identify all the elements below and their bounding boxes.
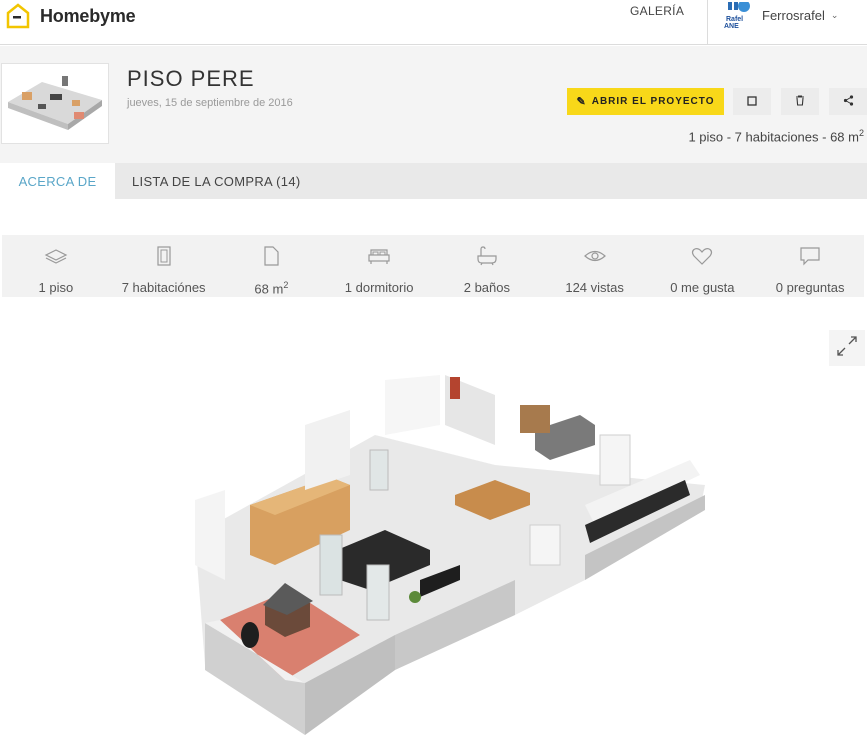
stat-floors: 1 piso [2, 235, 110, 297]
stat-questions: 0 preguntas [756, 235, 864, 297]
stat-label: 124 vistas [565, 280, 624, 295]
copy-icon [747, 94, 757, 109]
floor-plan-render[interactable] [185, 365, 710, 735]
stat-label: 0 me gusta [670, 280, 735, 295]
stat-label: 0 preguntas [775, 280, 845, 295]
expand-arrows-icon [836, 335, 858, 362]
stat-area-sup: 2 [283, 280, 289, 290]
house-logo-icon [4, 3, 32, 29]
tab-acerca-de[interactable]: ACERCA DE [0, 163, 115, 199]
project-summary-sup: 2 [858, 128, 864, 138]
stat-label: 68 m2 [254, 280, 288, 296]
duplicate-button[interactable] [733, 88, 771, 115]
brand-logo[interactable]: Homebyme [4, 0, 136, 32]
project-date: jueves, 15 de septiembre de 2016 [127, 97, 293, 109]
share-icon [843, 94, 854, 109]
delete-button[interactable] [781, 88, 819, 115]
user-name: Ferrosrafel [762, 7, 825, 23]
trash-icon [795, 94, 805, 109]
open-project-button[interactable]: ✎ ABRIR EL PROYECTO [567, 88, 724, 115]
stat-label: 2 baños [463, 280, 510, 295]
nav-divider [707, 0, 708, 45]
eye-icon [583, 245, 607, 272]
project-summary-text: 1 piso - 7 habitaciones - 68 m [688, 129, 859, 145]
tab-bar: ACERCA DE LISTA DE LA COMPRA (14) [0, 163, 867, 199]
avatar: Rafel ANE [724, 0, 750, 30]
stat-views: 124 vistas [541, 235, 649, 297]
project-thumbnail[interactable] [1, 63, 109, 144]
brand-name: Homebyme [40, 5, 136, 26]
stat-likes: 0 me gusta [649, 235, 757, 297]
svg-text:ANE: ANE [724, 23, 739, 30]
stat-area: 68 m2 [218, 235, 326, 297]
pencil-icon: ✎ [576, 96, 587, 108]
nav-galeria-link[interactable]: GALERÍA [630, 4, 684, 18]
tab-lista-compra[interactable]: LISTA DE LA COMPRA (14) [132, 163, 301, 199]
project-header: PISO PERE jueves, 15 de septiembre de 20… [0, 46, 867, 163]
stat-bathrooms: 2 baños [433, 235, 541, 297]
user-menu[interactable]: Rafel ANE Ferrosrafel ⌄ [724, 0, 838, 30]
heart-icon [690, 245, 714, 272]
svg-text:Rafel: Rafel [726, 16, 743, 23]
open-project-label: ABRIR EL PROYECTO [591, 96, 715, 107]
page-title: PISO PERE [127, 66, 255, 91]
bathtub-icon [475, 245, 499, 272]
comment-icon [798, 245, 822, 272]
stat-bedrooms: 1 dormitorio [325, 235, 433, 297]
bed-icon [367, 245, 391, 272]
stat-rooms: 7 habitaciónes [110, 235, 218, 297]
stat-area-value: 68 m [254, 281, 284, 297]
door-icon [152, 245, 176, 272]
stat-label: 7 habitaciónes [121, 280, 206, 295]
area-page-icon [259, 245, 283, 272]
stat-label: 1 dormitorio [344, 280, 414, 295]
project-summary: 1 piso - 7 habitaciones - 68 m2 [688, 128, 864, 144]
stats-row: 1 piso 7 habitaciónes 68 m2 1 dormitorio… [2, 235, 864, 297]
stat-label: 1 piso [38, 280, 74, 295]
chevron-down-icon: ⌄ [830, 9, 839, 20]
floor-layers-icon [44, 245, 68, 272]
fullscreen-button[interactable] [829, 330, 865, 366]
share-button[interactable] [829, 88, 867, 115]
top-navbar: Homebyme GALERÍA Rafel ANE Ferrosrafel ⌄ [0, 0, 867, 45]
